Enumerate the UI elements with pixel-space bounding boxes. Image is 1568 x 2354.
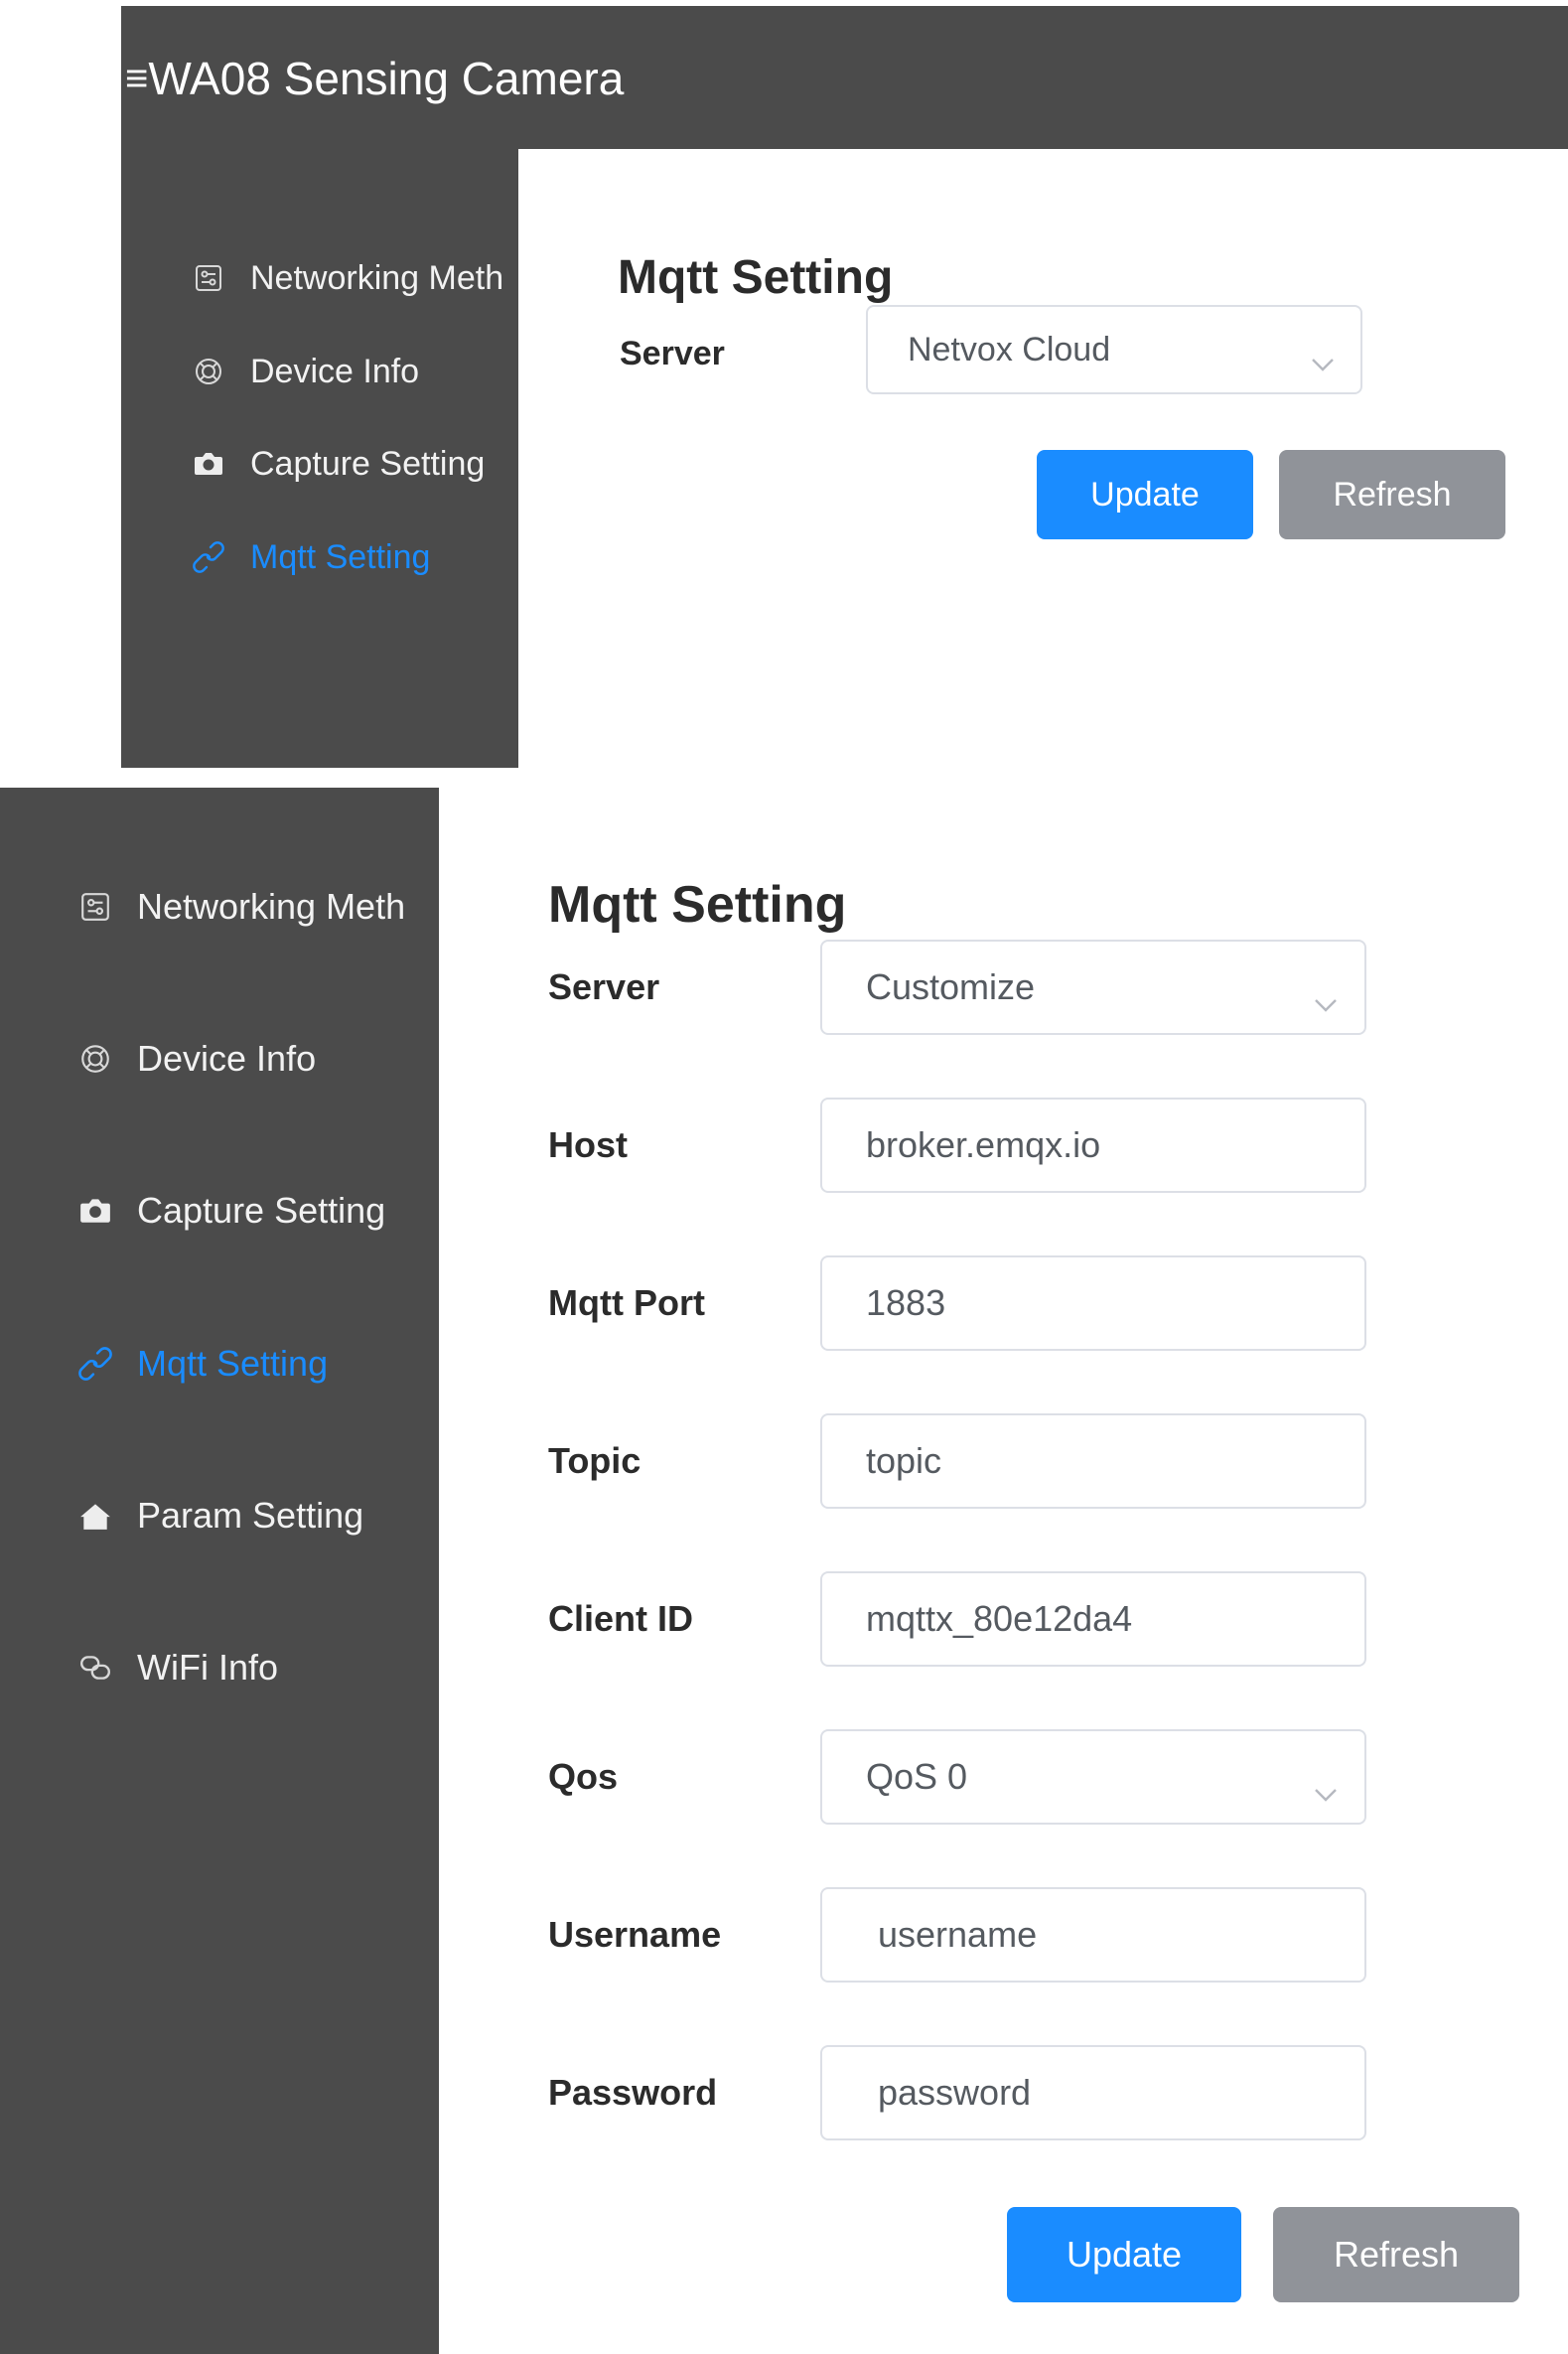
username-input-value: username	[878, 1914, 1038, 1955]
client-id-input[interactable]: mqttx_80e12da4	[820, 1571, 1366, 1667]
sidebar-item-label: Networking Meth	[137, 886, 406, 927]
refresh-button[interactable]: Refresh	[1273, 2207, 1519, 2302]
sidebar-item-device-info[interactable]: Device Info	[189, 332, 419, 411]
app-title: WA08 Sensing Camera	[148, 53, 625, 104]
server-select[interactable]: Customize	[820, 940, 1366, 1035]
mqtt-port-label: Mqtt Port	[548, 1282, 705, 1323]
password-label: Password	[548, 2072, 718, 2113]
mqtt-setting-screenshot-customize: Networking Meth Device Info Capture Sett…	[0, 788, 1568, 2354]
qos-select[interactable]: QoS 0	[820, 1729, 1366, 1825]
sidebar-item-label: Mqtt Setting	[137, 1343, 329, 1384]
chevron-down-icon	[1313, 979, 1339, 1021]
menu-toggle-icon[interactable]: ≡	[125, 59, 148, 98]
link-icon	[189, 537, 228, 577]
link-icon	[75, 1344, 115, 1384]
sliders-icon	[189, 258, 228, 298]
sliders-icon	[75, 887, 115, 927]
sidebar-item-label: Networking Meth	[250, 258, 504, 297]
client-id-input-value: mqttx_80e12da4	[866, 1598, 1133, 1639]
page-title: Mqtt Setting	[618, 251, 894, 304]
update-button[interactable]: Update	[1037, 450, 1253, 539]
sidebar-item-label: WiFi Info	[137, 1647, 279, 1688]
username-input[interactable]: username	[820, 1887, 1366, 1983]
host-input[interactable]: broker.emqx.io	[820, 1098, 1366, 1193]
qos-select-value: QoS 0	[866, 1756, 968, 1797]
sidebar-item-mqtt-setting[interactable]: Mqtt Setting	[189, 517, 430, 597]
sidebar-item-label: Capture Setting	[137, 1190, 386, 1231]
topic-input-value: topic	[866, 1440, 942, 1481]
mqtt-port-input-value: 1883	[866, 1282, 946, 1323]
refresh-button[interactable]: Refresh	[1279, 450, 1505, 539]
mqtt-port-input[interactable]: 1883	[820, 1255, 1366, 1351]
sidebar-item-label: Param Setting	[137, 1495, 364, 1536]
app-header: ≡ WA08 Sensing Camera	[121, 6, 1568, 149]
home-icon	[75, 1496, 115, 1536]
server-label: Server	[620, 334, 725, 372]
sidebar-item-capture-setting[interactable]: Capture Setting	[189, 424, 485, 504]
chain-link-icon	[75, 1648, 115, 1688]
camera-icon	[189, 444, 228, 484]
lifebuoy-icon	[75, 1039, 115, 1079]
update-button[interactable]: Update	[1007, 2207, 1241, 2302]
app-brand: ≡ WA08 Sensing Camera	[125, 44, 624, 113]
client-id-label: Client ID	[548, 1598, 694, 1639]
sidebar-item-wifi-info[interactable]: WiFi Info	[75, 1628, 278, 1707]
topic-label: Topic	[548, 1440, 641, 1481]
server-select-value: Netvox Cloud	[908, 330, 1111, 368]
host-label: Host	[548, 1124, 628, 1165]
password-input[interactable]: password	[820, 2045, 1366, 2140]
sidebar-item-networking-method[interactable]: Networking Meth	[75, 867, 405, 947]
sidebar-item-networking-method[interactable]: Networking Meth	[189, 238, 503, 318]
server-select[interactable]: Netvox Cloud	[866, 305, 1362, 394]
topic-input[interactable]: topic	[820, 1413, 1366, 1509]
lifebuoy-icon	[189, 352, 228, 391]
username-label: Username	[548, 1914, 722, 1955]
sidebar-item-label: Mqtt Setting	[250, 537, 431, 576]
sidebar-item-label: Capture Setting	[250, 444, 486, 483]
password-input-value: password	[878, 2072, 1032, 2113]
page-title: Mqtt Setting	[548, 876, 847, 934]
host-input-value: broker.emqx.io	[866, 1124, 1101, 1165]
chevron-down-icon	[1311, 342, 1335, 380]
sidebar-item-capture-setting[interactable]: Capture Setting	[75, 1171, 385, 1251]
sidebar-item-device-info[interactable]: Device Info	[75, 1019, 316, 1099]
qos-label: Qos	[548, 1756, 619, 1797]
sidebar-item-label: Device Info	[137, 1038, 317, 1079]
sidebar: Networking Meth Device Info Capture Sett…	[121, 149, 518, 768]
sidebar-item-param-setting[interactable]: Param Setting	[75, 1476, 363, 1555]
chevron-down-icon	[1313, 1769, 1339, 1811]
mqtt-setting-screenshot-netvox-cloud: ≡ WA08 Sensing Camera Networking Meth De…	[121, 6, 1568, 768]
server-label: Server	[548, 966, 660, 1007]
sidebar: Networking Meth Device Info Capture Sett…	[0, 788, 439, 2354]
server-select-value: Customize	[866, 966, 1036, 1007]
sidebar-item-label: Device Info	[250, 352, 420, 390]
sidebar-item-mqtt-setting[interactable]: Mqtt Setting	[75, 1324, 328, 1403]
camera-icon	[75, 1191, 115, 1231]
